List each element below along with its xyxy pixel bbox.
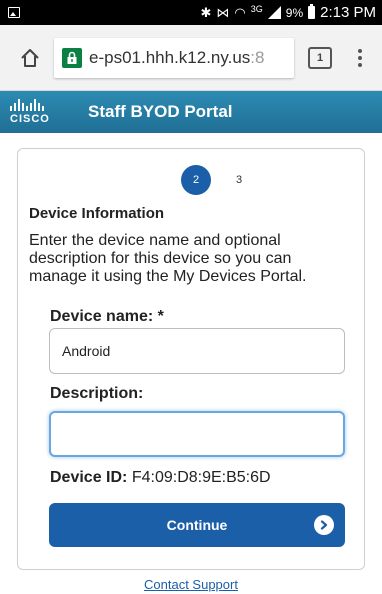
wifi-icon: ◠ [234, 5, 246, 20]
registration-card: 2 3 Device Information Enter the device … [17, 148, 365, 570]
battery-percent: 9% [285, 5, 304, 20]
vibrate-icon: ⋈ [216, 5, 230, 20]
browser-toolbar: e-ps01.hhh.k12.ny.us:8 1 [0, 25, 382, 91]
instructions-text: Enter the device name and optional descr… [29, 232, 307, 285]
signal-icon [267, 6, 281, 19]
continue-label: Continue [166, 517, 228, 533]
step-indicator: 2 3 [18, 165, 364, 195]
status-bar: ✱ ⋈ ◠ 3G 9% 2:13 PM [0, 0, 382, 25]
device-id-value: F4:09:D8:9E:B5:6D [131, 469, 271, 486]
device-name-label: Device name: * [50, 308, 164, 325]
step-current: 2 [181, 165, 211, 195]
tab-switcher-button[interactable]: 1 [308, 46, 332, 69]
portal-header: CISCO Staff BYOD Portal [0, 91, 382, 133]
continue-button[interactable]: Continue [49, 503, 345, 547]
description-input[interactable] [49, 411, 345, 457]
cisco-logo: CISCO [10, 99, 60, 125]
description-label: Description: [50, 385, 144, 402]
section-title: Device Information [29, 205, 165, 222]
chevron-right-icon [314, 515, 334, 535]
page-title: Staff BYOD Portal [88, 102, 233, 121]
gallery-notification-icon [8, 7, 20, 18]
home-icon [21, 48, 39, 67]
home-button[interactable] [8, 36, 52, 80]
battery-icon [308, 4, 316, 19]
bluetooth-icon: ✱ [200, 5, 212, 20]
url-text: e-ps01.hhh.k12.ny.us:8 [89, 47, 265, 67]
device-id-label: Device ID: [50, 469, 128, 486]
overflow-menu-icon[interactable] [350, 43, 370, 73]
device-name-input[interactable] [49, 328, 345, 374]
device-id: Device ID: F4:09:D8:9E:B5:6D [50, 469, 271, 487]
step-next: 3 [236, 174, 243, 186]
lock-icon [62, 47, 82, 68]
contact-support-link[interactable]: Contact Support [0, 577, 382, 592]
clock: 2:13 PM [320, 4, 376, 21]
network-type: 3G [250, 4, 263, 14]
address-bar[interactable]: e-ps01.hhh.k12.ny.us:8 [54, 37, 294, 78]
